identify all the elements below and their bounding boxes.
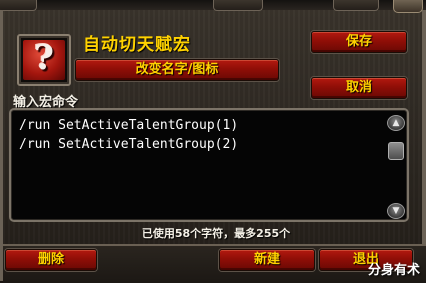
delete-button[interactable]: 删除 <box>5 249 97 271</box>
question-mark-icon: ? <box>23 40 65 80</box>
top-tab-center <box>213 0 263 11</box>
macro-icon-button[interactable]: ? <box>17 34 71 86</box>
macro-line-1: /run SetActiveTalentGroup(1) <box>19 118 239 133</box>
char-count-text: 已使用58个字符，最多255个 <box>141 227 291 240</box>
scroll-down-arrow-icon[interactable]: ▼ <box>387 203 405 219</box>
cancel-button[interactable]: 取消 <box>311 77 407 99</box>
question-mark-glyph: ? <box>34 40 54 78</box>
scroll-up-arrow-icon[interactable]: ▲ <box>387 115 405 131</box>
top-tab-right <box>333 0 379 11</box>
scrollbar[interactable]: ▲ ▼ <box>387 115 405 219</box>
macro-frame: ? 自动切天赋宏 改变名字/图标 保存 取消 输入宏命令 /run SetAct… <box>0 0 426 283</box>
top-tab-left <box>0 0 37 11</box>
new-button[interactable]: 新建 <box>219 249 315 271</box>
save-button[interactable]: 保存 <box>311 31 407 53</box>
watermark-text: 分身有术 <box>368 263 421 278</box>
macro-name: 自动切天赋宏 <box>83 35 191 55</box>
macro-text-editor[interactable]: /run SetActiveTalentGroup(1) /run SetAct… <box>9 108 409 222</box>
scroll-thumb[interactable] <box>388 142 404 160</box>
macro-line-2: /run SetActiveTalentGroup(2) <box>19 137 239 152</box>
corner-button[interactable] <box>393 0 423 13</box>
change-name-icon-button[interactable]: 改变名字/图标 <box>75 59 279 81</box>
